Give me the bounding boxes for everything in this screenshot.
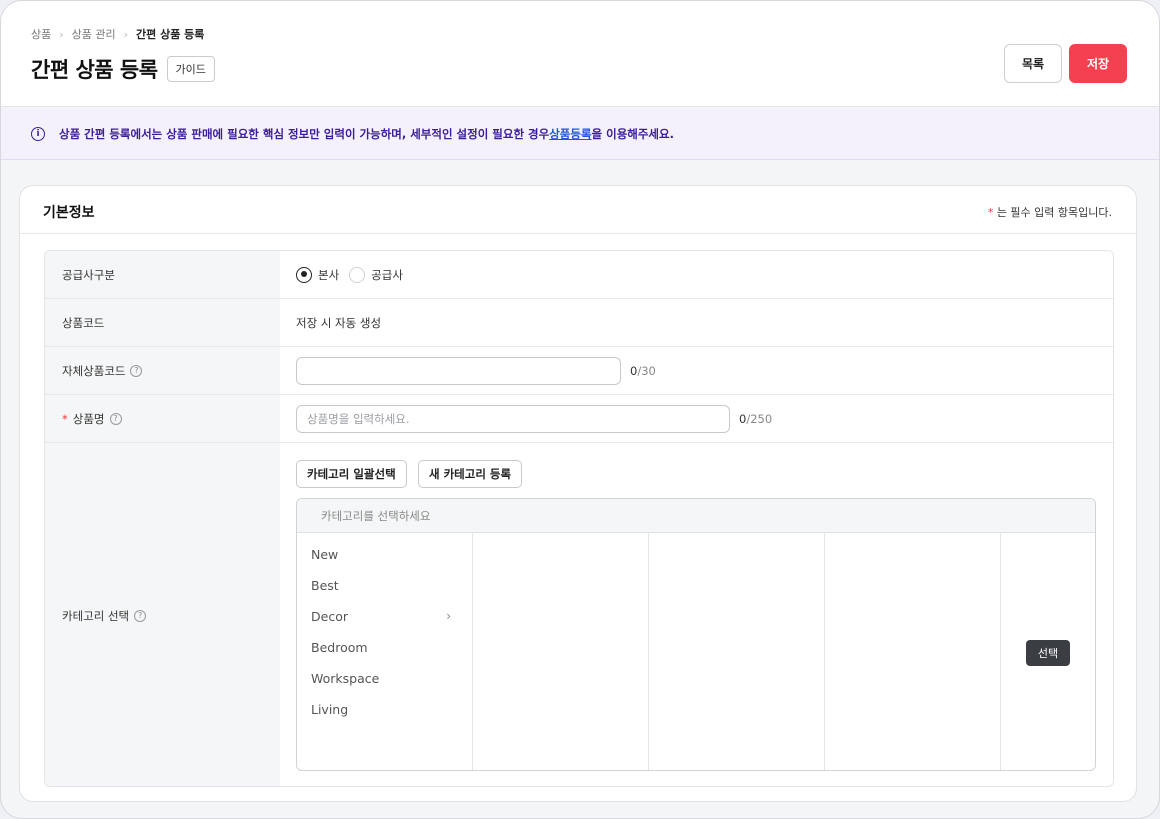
category-column-1: New Best Decor › Bedroom Workspace Living [297, 533, 473, 770]
chevron-right-icon: › [59, 27, 64, 41]
category-column-4 [825, 533, 1001, 770]
section-title: 기본정보 [43, 205, 95, 221]
product-name-input[interactable] [296, 404, 730, 433]
radio-label: 본사 [318, 267, 340, 282]
radio-unchecked-icon [349, 266, 366, 283]
required-note: * 는 필수 입력 항목입니다. [988, 204, 1112, 220]
app-window: 상품 › 상품 관리 › 간편 상품 등록 간편 상품 등록 가이드 목록 저장… [0, 0, 1160, 819]
page-header: 상품 › 상품 관리 › 간편 상품 등록 간편 상품 등록 가이드 목록 저장 [1, 1, 1159, 107]
product-name-label: 상품명 [72, 411, 105, 426]
chevron-right-icon: › [446, 609, 451, 623]
own-code-label: 자체상품코드 [62, 363, 126, 378]
category-item[interactable]: Decor › [311, 609, 461, 624]
category-item[interactable]: Living [311, 702, 461, 717]
guide-button[interactable]: 가이드 [166, 56, 215, 82]
basic-info-card: 기본정보 * 는 필수 입력 항목입니다. 공급사구분 본사 공급사 상품코드 … [19, 185, 1137, 802]
info-icon: i [31, 126, 45, 141]
breadcrumb-item-product-management[interactable]: 상품 관리 [72, 26, 116, 42]
own-code-counter: 0/30 [630, 364, 656, 378]
product-register-link[interactable]: 상품등록 [549, 126, 591, 142]
breadcrumb-item-products[interactable]: 상품 [31, 26, 51, 42]
info-notice: i 상품 간편 등록에서는 상품 판매에 필요한 핵심 정보만 입력이 가능하며… [1, 108, 1159, 160]
radio-headquarters[interactable]: 본사 [296, 266, 340, 283]
product-name-max: /250 [746, 411, 773, 426]
category-item[interactable]: Workspace [311, 671, 461, 686]
product-code-row: 상품코드 저장 시 자동 생성 [45, 299, 1113, 347]
save-button[interactable]: 저장 [1069, 44, 1127, 83]
radio-supplier[interactable]: 공급사 [349, 266, 403, 283]
radio-label: 공급사 [371, 267, 403, 282]
help-icon[interactable]: ? [130, 364, 143, 377]
category-row: 카테고리 선택 ? 카테고리 일괄선택 새 카테고리 등록 카테고리를 선택하세… [45, 443, 1113, 786]
bulk-category-select-button[interactable]: 카테고리 일괄선택 [296, 460, 407, 488]
category-item[interactable]: New [311, 547, 461, 562]
new-category-button[interactable]: 새 카테고리 등록 [418, 460, 523, 488]
product-code-value: 저장 시 자동 생성 [296, 315, 382, 330]
own-code-row: 자체상품코드 ? 0/30 [45, 347, 1113, 395]
category-select-button[interactable]: 선택 [1026, 640, 1070, 666]
notice-text: 상품 간편 등록에서는 상품 판매에 필요한 핵심 정보만 입력이 가능하며, … [59, 126, 550, 141]
own-code-max: /30 [637, 363, 656, 378]
category-column-2 [473, 533, 649, 770]
category-item[interactable]: Bedroom [311, 640, 461, 655]
breadcrumb-item-current: 간편 상품 등록 [136, 28, 205, 41]
product-code-label: 상품코드 [45, 299, 280, 346]
card-header: 기본정보 * 는 필수 입력 항목입니다. [20, 186, 1136, 234]
product-name-label-cell: * 상품명 ? [45, 395, 280, 442]
notice-text-end: 을 이용해주세요. [591, 126, 674, 141]
radio-checked-icon [296, 266, 312, 283]
help-icon[interactable]: ? [134, 609, 147, 622]
category-selection-display: 카테고리를 선택하세요 [297, 499, 1095, 533]
category-column-3 [649, 533, 825, 770]
supplier-type-label: 공급사구분 [45, 251, 280, 298]
page-title: 간편 상품 등록 [31, 58, 158, 82]
breadcrumb: 상품 › 상품 관리 › 간편 상품 등록 [31, 26, 204, 42]
help-icon[interactable]: ? [109, 412, 122, 425]
product-name-counter: 0/250 [739, 412, 772, 426]
category-item[interactable]: Best [311, 578, 461, 593]
own-code-label-cell: 자체상품코드 ? [45, 347, 280, 394]
required-mark: * [987, 206, 994, 219]
category-selector: 카테고리를 선택하세요 New Best Decor › Bedroom Work… [296, 498, 1096, 771]
chevron-right-icon: › [123, 27, 129, 41]
required-note-text: 는 필수 입력 항목입니다. [996, 206, 1112, 219]
category-label: 카테고리 선택 [62, 608, 130, 623]
form-table: 공급사구분 본사 공급사 상품코드 저장 시 자동 생성 자체상품코드 ? 0/… [44, 250, 1114, 787]
product-name-row: * 상품명 ? 0/250 [45, 395, 1113, 443]
supplier-type-row: 공급사구분 본사 공급사 [45, 251, 1113, 299]
list-button[interactable]: 목록 [1004, 44, 1062, 83]
own-code-input[interactable] [296, 356, 621, 385]
category-label-cell: 카테고리 선택 ? [45, 443, 280, 786]
required-mark: * [62, 411, 68, 426]
